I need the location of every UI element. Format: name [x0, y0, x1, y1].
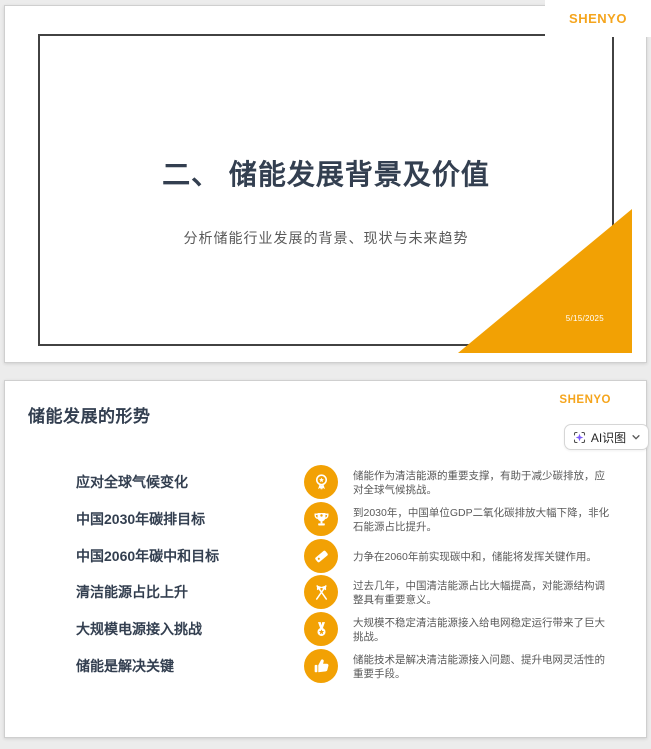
thumbs-up-icon — [304, 649, 338, 683]
award-ribbon-icon — [304, 465, 338, 499]
slide1-title: 二、 储能发展背景及价值 — [162, 159, 490, 190]
slide-date: 5/15/2025 — [565, 314, 604, 323]
ai-button-label: AI识图 — [590, 430, 627, 445]
document-viewer: { "colors": { "accent_orange": "#F2A104"… — [0, 0, 651, 749]
row-description: 储能作为清洁能源的重要支撑，有助于减少碳排放，应对全球气候挑战。 — [353, 469, 605, 496]
list-item: 储能是解决关键 储能技术是解决清洁能源接入问题、提升电网灵活性的重要手段。 — [5, 648, 648, 685]
chevron-down-icon[interactable] — [631, 432, 641, 442]
medal-star-icon — [304, 612, 338, 646]
list-item: 清洁能源占比上升 过去几年，中国清洁能源占比大幅提高，对能源结构调整具有重要意义… — [5, 574, 648, 611]
list-item: 应对全球气候变化 储能作为清洁能源的重要支撑，有助于减少碳排放，应对全球气候挑战… — [5, 464, 648, 501]
row-description: 到2030年，中国单位GDP二氧化碳排放大幅下降，非化石能源占比提升。 — [353, 506, 610, 533]
brand-logo-slide1: SHENYO — [545, 0, 651, 37]
row-description: 力争在2060年前实现碳中和，储能将发挥关键作用。 — [353, 550, 597, 563]
crossed-flags-icon — [304, 575, 338, 609]
brand-logo-slide2: SHENYO — [559, 394, 611, 406]
row-label: 中国2030年碳排目标 — [76, 511, 206, 527]
ai-scan-sparkle-icon — [573, 431, 585, 443]
brand-logo-text: SHENYO — [569, 11, 627, 26]
trophy-icon — [304, 502, 338, 536]
row-description: 过去几年，中国清洁能源占比大幅提高，对能源结构调整具有重要意义。 — [353, 579, 605, 606]
row-label: 大规模电源接入挑战 — [76, 621, 202, 637]
row-description: 储能技术是解决清洁能源接入问题、提升电网灵活性的重要手段。 — [353, 653, 605, 680]
row-label: 应对全球气候变化 — [76, 474, 188, 490]
price-tag-icon — [304, 539, 338, 573]
slide-2[interactable]: 储能发展的形势 SHENYO AI识图 应对全球气候变化 储能作为清洁能源的重要… — [4, 380, 649, 738]
list-item: 大规模电源接入挑战 大规模不稳定清洁能源接入给电网稳定运行带来了巨大挑战。 — [5, 611, 648, 648]
row-label: 储能是解决关键 — [76, 658, 174, 674]
list-item: 中国2030年碳排目标 到2030年，中国单位GDP二氧化碳排放大幅下降，非化石… — [5, 501, 648, 538]
ai-recognize-button[interactable]: AI识图 — [564, 424, 649, 450]
row-label: 清洁能源占比上升 — [76, 584, 188, 600]
row-description: 大规模不稳定清洁能源接入给电网稳定运行带来了巨大挑战。 — [353, 616, 605, 643]
slide1-subtitle: 分析储能行业发展的背景、现状与未来趋势 — [183, 230, 469, 246]
slide2-title: 储能发展的形势 — [28, 407, 151, 426]
row-label: 中国2060年碳中和目标 — [76, 548, 220, 564]
list-item: 中国2060年碳中和目标 力争在2060年前实现碳中和，储能将发挥关键作用。 — [5, 538, 648, 575]
slide-1[interactable]: 二、 储能发展背景及价值 分析储能行业发展的背景、现状与未来趋势 5/15/20… — [4, 5, 647, 363]
